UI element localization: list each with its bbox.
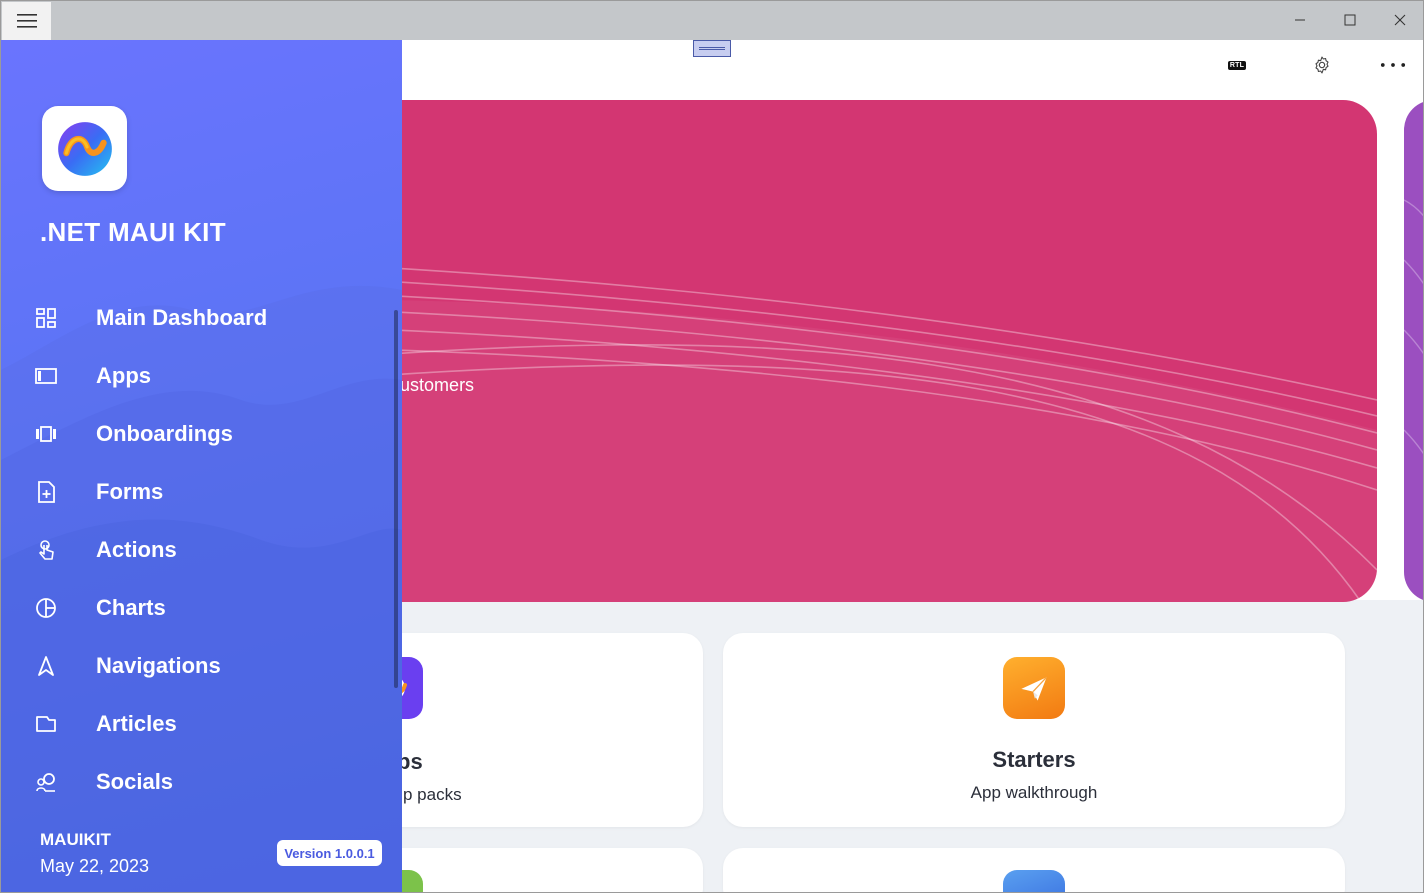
menu-item-label: Articles: [96, 711, 177, 736]
menu-item-navigations[interactable]: Navigations: [1, 641, 391, 691]
drag-handle[interactable]: [693, 40, 731, 57]
app-window: RTL customers ps p packs Starters App wa…: [0, 0, 1424, 893]
carousel-icon: [34, 422, 58, 446]
menu-item-onboardings[interactable]: Onboardings: [1, 409, 391, 459]
minimize-button[interactable]: [1275, 1, 1325, 39]
starters-card[interactable]: Starters App walkthrough: [723, 633, 1345, 827]
maximize-icon: [1344, 14, 1356, 26]
menu-item-label: Actions: [96, 537, 177, 562]
flyout-menu: .NET MAUI KIT Main Dashboard Apps Onboar…: [1, 40, 402, 892]
version-badge: Version 1.0.0.1: [277, 840, 382, 866]
menu-item-label: Navigations: [96, 653, 221, 678]
hamburger-menu-button[interactable]: [2, 2, 51, 40]
menu-item-label: Forms: [96, 479, 164, 504]
hamburger-icon: [16, 14, 37, 28]
menu-item-articles[interactable]: Articles: [1, 699, 391, 749]
card-subtitle: p packs: [403, 785, 462, 804]
rtl-toggle-button[interactable]: RTL: [1227, 54, 1247, 76]
minimize-icon: [1295, 19, 1305, 21]
article-icon: [34, 712, 58, 736]
card-subtitle: App walkthrough: [970, 783, 1098, 802]
maui-logo-icon: [57, 121, 112, 176]
hero-wave-decoration: [1404, 199, 1423, 455]
menu-item-label: Onboardings: [96, 421, 233, 446]
touch-icon: [34, 538, 58, 562]
menu-item-label: Socials: [96, 769, 174, 794]
flyout-scrollbar[interactable]: [394, 310, 398, 688]
menu-item-forms[interactable]: Forms: [1, 467, 391, 517]
footer-user: MAUIKIT: [40, 830, 111, 849]
pie-chart-icon: [34, 596, 58, 620]
menu-item-label: Main Dashboard: [96, 305, 268, 330]
dashboard-icon: [34, 306, 58, 330]
form-icon: [34, 480, 58, 504]
close-icon: [1394, 14, 1406, 26]
menu-item-main-dashboard[interactable]: Main Dashboard: [1, 293, 391, 343]
paper-plane-icon: [1003, 657, 1065, 719]
menu-item-label: Apps: [96, 363, 151, 388]
card-title: Starters: [992, 747, 1076, 772]
settings-button[interactable]: [1311, 54, 1333, 76]
menu-item-apps[interactable]: Apps: [1, 351, 391, 401]
more-options-button[interactable]: [1379, 54, 1407, 76]
card-partial[interactable]: [723, 848, 1345, 892]
title-bar: [1, 1, 1423, 40]
gear-icon: [1315, 56, 1329, 74]
more-icon: [1380, 63, 1406, 67]
apps-icon: [34, 364, 58, 388]
navigation-icon: [34, 654, 58, 678]
menu-item-charts[interactable]: Charts: [1, 583, 391, 633]
app-logo: [42, 106, 127, 191]
next-hero-banner[interactable]: [1404, 100, 1423, 602]
rtl-badge: RTL: [1227, 60, 1247, 70]
footer-date: May 22, 2023: [40, 856, 150, 876]
maximize-button[interactable]: [1325, 1, 1375, 39]
social-icon: [34, 770, 58, 794]
close-button[interactable]: [1375, 1, 1423, 39]
card-partial-icon: [1003, 870, 1065, 892]
menu-item-actions[interactable]: Actions: [1, 525, 391, 575]
menu-item-socials[interactable]: Socials: [1, 757, 391, 807]
menu-item-label: Charts: [96, 595, 166, 620]
brand-title: .NET MAUI KIT: [40, 217, 226, 247]
